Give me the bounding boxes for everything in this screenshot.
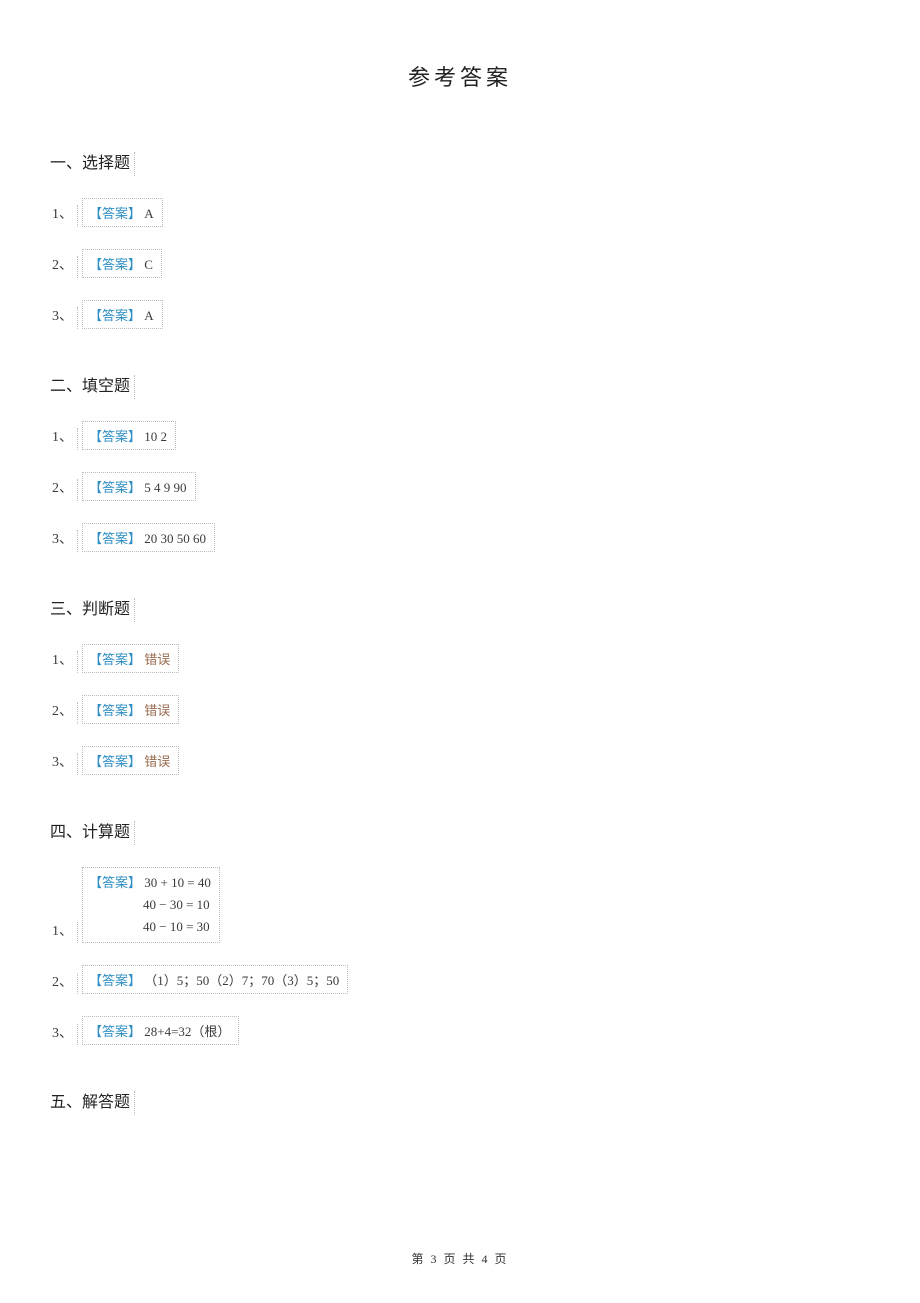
s1-item-1: 1、 【答案】 A (50, 198, 870, 227)
section-3-header: 三、判断题 (50, 598, 135, 622)
answer-value-line2: 40 − 30 = 10 (89, 894, 211, 916)
answer-label: 【答案】 (89, 652, 141, 667)
s2-item-3: 3、 【答案】 20 30 50 60 (50, 523, 870, 552)
item-number: 1、 (50, 922, 78, 944)
answer-value: C (144, 257, 153, 272)
answer-box: 【答案】 错误 (82, 746, 179, 775)
answer-box: 【答案】 A (82, 300, 163, 329)
s3-item-3: 3、 【答案】 错误 (50, 746, 870, 775)
section-1-header: 一、选择题 (50, 152, 135, 176)
answer-value: 错误 (144, 754, 170, 769)
answer-label: 【答案】 (89, 206, 141, 221)
s4-item-1: 1、 【答案】 30 + 10 = 40 40 − 30 = 10 40 − 1… (50, 867, 870, 943)
answer-box: 【答案】 10 2 (82, 421, 176, 450)
answer-value: A (144, 308, 153, 323)
item-number: 3、 (50, 307, 78, 329)
item-number: 3、 (50, 753, 78, 775)
section-2-header: 二、填空题 (50, 375, 135, 399)
item-number: 2、 (50, 973, 78, 995)
answer-box: 【答案】 A (82, 198, 163, 227)
item-number: 2、 (50, 479, 78, 501)
answer-value: 10 2 (144, 429, 167, 444)
s4-item-3: 3、 【答案】 28+4=32（根） (50, 1016, 870, 1045)
answer-box: 【答案】 错误 (82, 644, 179, 673)
s1-item-2: 2、 【答案】 C (50, 249, 870, 278)
answer-value: 5 4 9 90 (144, 480, 186, 495)
answer-value: 20 30 50 60 (144, 531, 206, 546)
answer-label: 【答案】 (89, 1024, 141, 1039)
item-number: 3、 (50, 1024, 78, 1046)
answer-value-line3: 40 − 10 = 30 (89, 916, 211, 938)
item-number: 1、 (50, 205, 78, 227)
answer-value-line1: 30 + 10 = 40 (144, 875, 211, 890)
page-footer: 第 3 页 共 4 页 (0, 1250, 920, 1267)
answer-value: 错误 (144, 703, 170, 718)
answer-box: 【答案】 C (82, 249, 162, 278)
answer-box: 【答案】 错误 (82, 695, 179, 724)
answer-box: 【答案】 5 4 9 90 (82, 472, 196, 501)
answer-label: 【答案】 (89, 875, 141, 890)
answer-label: 【答案】 (89, 257, 141, 272)
answer-box: 【答案】 30 + 10 = 40 40 − 30 = 10 40 − 10 =… (82, 867, 220, 943)
answer-label: 【答案】 (89, 429, 141, 444)
s3-item-1: 1、 【答案】 错误 (50, 644, 870, 673)
s3-item-2: 2、 【答案】 错误 (50, 695, 870, 724)
answer-label: 【答案】 (89, 480, 141, 495)
item-number: 2、 (50, 702, 78, 724)
answer-box: 【答案】 20 30 50 60 (82, 523, 215, 552)
answer-value: （1）5；50（2）7；70（3）5；50 (144, 973, 339, 988)
answer-label: 【答案】 (89, 703, 141, 718)
answer-label: 【答案】 (89, 531, 141, 546)
item-number: 1、 (50, 428, 78, 450)
s1-item-3: 3、 【答案】 A (50, 300, 870, 329)
item-number: 1、 (50, 651, 78, 673)
answer-box: 【答案】 （1）5；50（2）7；70（3）5；50 (82, 965, 348, 994)
answer-value: 28+4=32（根） (144, 1024, 230, 1039)
section-4-header: 四、计算题 (50, 821, 135, 845)
item-number: 2、 (50, 256, 78, 278)
answer-value: A (144, 206, 153, 221)
answer-value: 错误 (144, 652, 170, 667)
s4-item-2: 2、 【答案】 （1）5；50（2）7；70（3）5；50 (50, 965, 870, 994)
item-number: 3、 (50, 530, 78, 552)
answer-label: 【答案】 (89, 754, 141, 769)
answer-label: 【答案】 (89, 308, 141, 323)
page-title: 参考答案 (50, 60, 870, 92)
s2-item-1: 1、 【答案】 10 2 (50, 421, 870, 450)
section-5-header: 五、解答题 (50, 1091, 135, 1115)
answer-box: 【答案】 28+4=32（根） (82, 1016, 239, 1045)
s2-item-2: 2、 【答案】 5 4 9 90 (50, 472, 870, 501)
answer-label: 【答案】 (89, 973, 141, 988)
